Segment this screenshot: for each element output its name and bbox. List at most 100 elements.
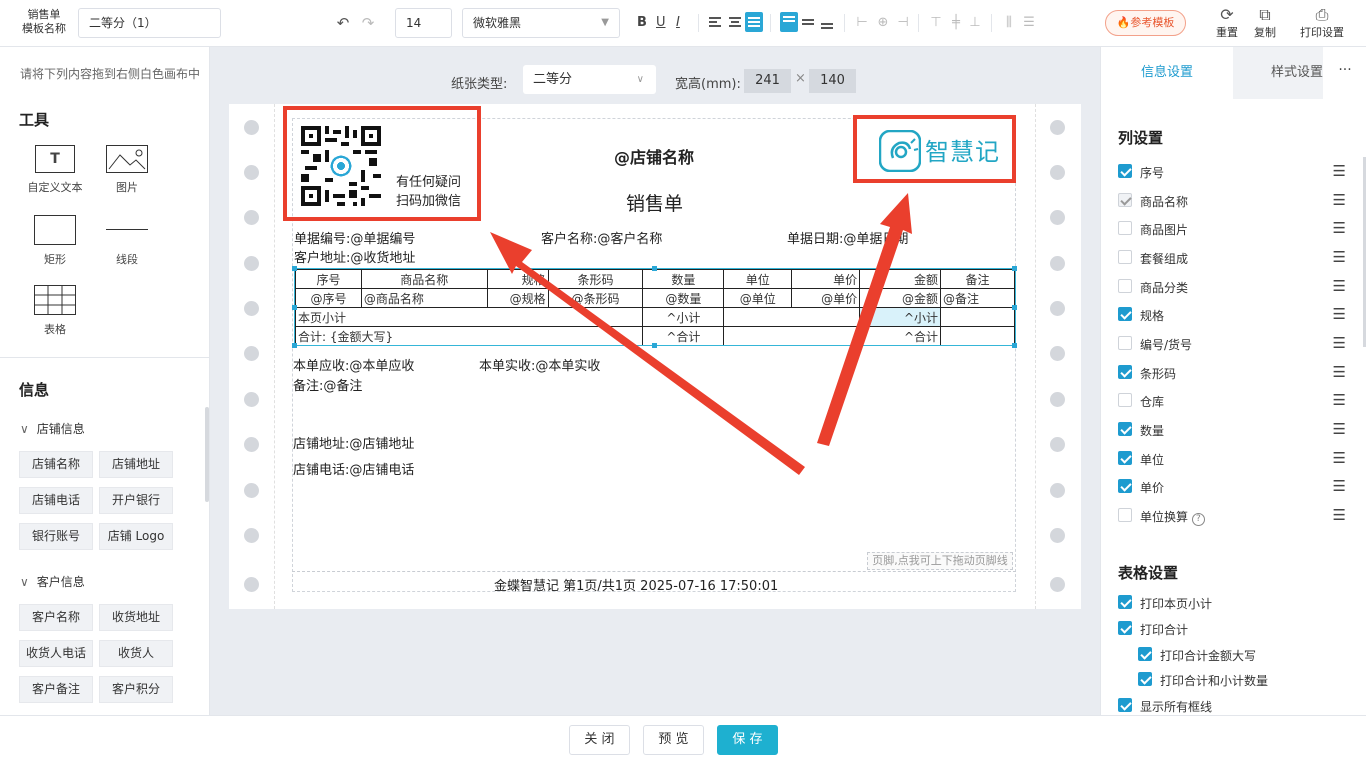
print-settings-button[interactable]: ⎙ 打印设置 [1297, 6, 1347, 40]
checkbox[interactable] [1118, 508, 1132, 522]
resize-handle[interactable] [652, 343, 657, 348]
copy-button[interactable]: ⧉ 复制 [1245, 6, 1285, 40]
group-shop-info[interactable]: ∨ 店铺信息 [20, 420, 85, 437]
italic-button[interactable]: I [676, 12, 680, 34]
column-row[interactable]: 商品图片 ☰ [1118, 219, 1346, 239]
field-chip[interactable]: 客户名称 [19, 604, 93, 631]
drag-handle-icon[interactable]: ☰ [1333, 162, 1346, 180]
group-customer-info[interactable]: ∨ 客户信息 [20, 573, 85, 590]
table-setting-row[interactable]: 打印合计和小计数量 [1138, 670, 1366, 690]
column-row[interactable]: 规格 ☰ [1118, 305, 1346, 325]
tool-line[interactable]: 线段 [92, 215, 162, 267]
tool-table[interactable]: 表格 [20, 285, 90, 337]
drag-handle-icon[interactable]: ☰ [1333, 219, 1346, 237]
valign-top-icon[interactable] [780, 12, 798, 32]
drag-handle-icon[interactable]: ☰ [1333, 363, 1346, 381]
drag-handle-icon[interactable]: ☰ [1333, 420, 1346, 438]
drag-handle-icon[interactable]: ☰ [1333, 305, 1346, 323]
received-field[interactable]: 本单实收:@本单实收 [479, 355, 600, 374]
column-row[interactable]: 套餐组成 ☰ [1118, 248, 1346, 268]
column-row[interactable]: 单位 ☰ [1118, 449, 1346, 469]
shop-name-field[interactable]: @店铺名称 [614, 144, 694, 168]
checkbox[interactable] [1118, 422, 1132, 436]
template-name-input[interactable]: 二等分（1） [78, 8, 221, 38]
column-row[interactable]: 商品分类 ☰ [1118, 277, 1346, 297]
table-setting-row[interactable]: 显示所有框线 [1118, 696, 1346, 715]
save-button[interactable]: 保 存 [717, 725, 778, 755]
checkbox[interactable] [1138, 672, 1152, 686]
tool-rectangle[interactable]: 矩形 [20, 215, 90, 267]
table-setting-row[interactable]: 打印本页小计 [1118, 593, 1346, 613]
scrollbar[interactable] [205, 407, 209, 502]
resize-handle[interactable] [292, 343, 297, 348]
checkbox[interactable] [1118, 336, 1132, 350]
redo-icon[interactable]: ↷ [358, 12, 378, 34]
field-chip[interactable]: 店铺 Logo [99, 523, 173, 550]
receivable-field[interactable]: 本单应收:@本单应收 [293, 355, 414, 374]
distribute-left-icon[interactable]: ⊢ [852, 12, 872, 34]
distribute-center-icon[interactable]: ⊕ [873, 12, 893, 34]
resize-handle[interactable] [292, 305, 297, 310]
field-chip[interactable]: 店铺地址 [99, 451, 173, 478]
column-row[interactable]: 仓库 ☰ [1118, 391, 1346, 411]
field-chip[interactable]: 店铺名称 [19, 451, 93, 478]
doc-date-field[interactable]: 单据日期:@单据日期 [787, 228, 908, 247]
drag-handle-icon[interactable]: ☰ [1333, 449, 1346, 467]
width-input[interactable]: 241 [744, 69, 791, 93]
equal-height-icon[interactable]: ☰ [1019, 12, 1039, 34]
checkbox[interactable] [1118, 307, 1132, 321]
checkbox[interactable] [1118, 365, 1132, 379]
field-chip[interactable]: 银行账号 [19, 523, 93, 550]
align-right-icon[interactable] [745, 12, 763, 32]
drag-handle-icon[interactable]: ☰ [1333, 191, 1346, 209]
checkbox[interactable] [1138, 647, 1152, 661]
column-row[interactable]: 商品名称 ☰ [1118, 191, 1346, 211]
column-row[interactable]: 单价 ☰ [1118, 477, 1346, 497]
checkbox[interactable] [1118, 393, 1132, 407]
drag-handle-icon[interactable]: ☰ [1333, 506, 1346, 524]
tool-custom-text[interactable]: T 自定义文本 [20, 145, 90, 195]
drag-handle-icon[interactable]: ☰ [1333, 477, 1346, 495]
footer-text[interactable]: 金蝶智慧记 第1页/共1页 2025-07-16 17:50:01 [494, 575, 778, 594]
table-setting-row[interactable]: 打印合计金额大写 [1138, 645, 1366, 665]
bold-button[interactable]: B [637, 12, 647, 34]
close-button[interactable]: 关 闭 [569, 725, 630, 755]
resize-handle[interactable] [292, 266, 297, 271]
resize-handle[interactable] [1012, 343, 1017, 348]
align-bottom-icon[interactable]: ⊥ [965, 12, 985, 34]
height-input[interactable]: 140 [809, 69, 856, 93]
field-chip[interactable]: 收货人 [99, 640, 173, 667]
undo-icon[interactable]: ↶ [333, 12, 353, 34]
checkbox[interactable] [1118, 479, 1132, 493]
align-left-icon[interactable] [706, 12, 724, 32]
table-setting-row[interactable]: 打印合计 [1118, 619, 1346, 639]
field-chip[interactable]: 店铺电话 [19, 487, 93, 514]
resize-handle[interactable] [1012, 266, 1017, 271]
checkbox[interactable] [1118, 164, 1132, 178]
preview-button[interactable]: 预 览 [643, 725, 704, 755]
field-chip[interactable]: 收货地址 [99, 604, 173, 631]
checkbox[interactable] [1118, 221, 1132, 235]
tab-info-settings[interactable]: 信息设置 [1101, 47, 1233, 99]
align-center-icon[interactable] [726, 12, 744, 32]
checkbox[interactable] [1118, 250, 1132, 264]
reference-template-button[interactable]: 🔥参考模板 [1105, 10, 1186, 36]
align-top-icon[interactable]: ⊤ [926, 12, 946, 34]
field-chip[interactable]: 收货人电话 [19, 640, 93, 667]
footer-drag-hint[interactable]: 页脚,点我可上下拖动页脚线 [867, 552, 1013, 570]
footer-line[interactable] [292, 571, 1016, 572]
tool-image[interactable]: 图片 [92, 145, 162, 195]
drag-handle-icon[interactable]: ☰ [1333, 334, 1346, 352]
shop-address-field[interactable]: 店铺地址:@店铺地址 [293, 433, 414, 452]
column-row[interactable]: 数量 ☰ [1118, 420, 1346, 440]
drag-handle-icon[interactable]: ☰ [1333, 277, 1346, 295]
customer-address-field[interactable]: 客户地址:@收货地址 [294, 247, 415, 266]
checkbox[interactable] [1118, 451, 1132, 465]
field-chip[interactable]: 客户备注 [19, 676, 93, 703]
doc-number-field[interactable]: 单据编号:@单据编号 [294, 228, 415, 247]
document-title[interactable]: 销售单 [626, 189, 683, 216]
equal-width-icon[interactable]: ⫼ [999, 12, 1019, 34]
column-row[interactable]: 编号/货号 ☰ [1118, 334, 1346, 354]
paper-type-select[interactable]: 二等分 ∨ [523, 65, 656, 94]
column-row[interactable]: 条形码 ☰ [1118, 363, 1346, 383]
